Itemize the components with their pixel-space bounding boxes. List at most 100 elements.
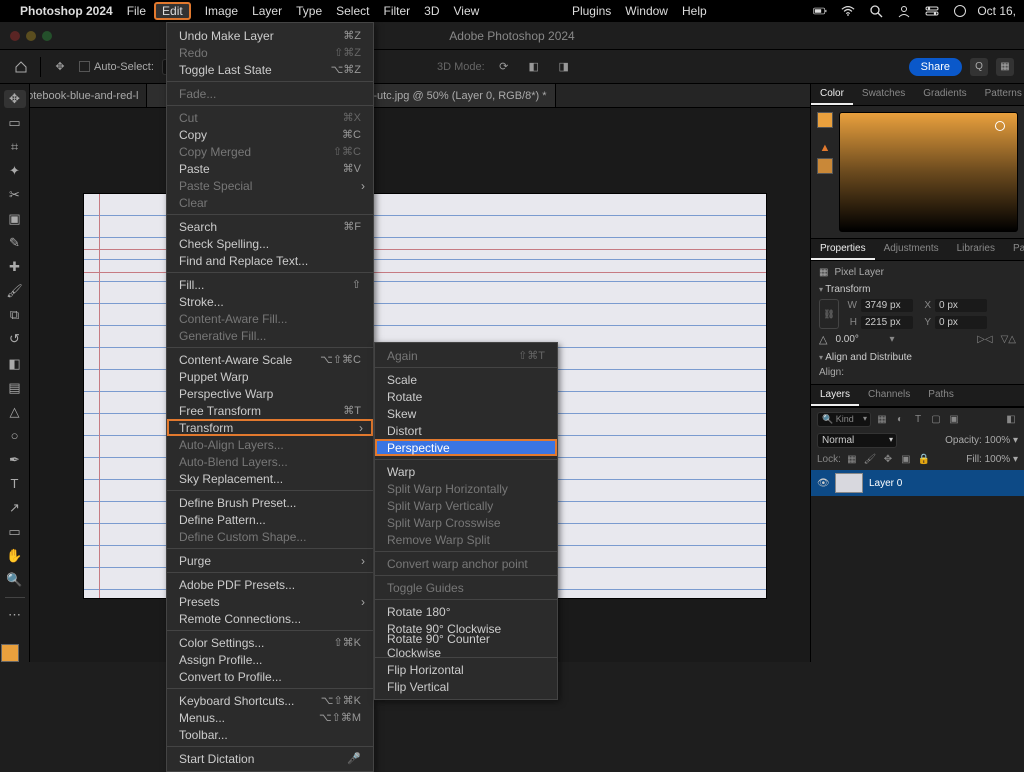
tab-gradients[interactable]: Gradients bbox=[914, 84, 975, 105]
layer-row[interactable]: 👁 Layer 0 bbox=[811, 470, 1024, 496]
edit-menu-transform[interactable]: Transform bbox=[167, 419, 373, 436]
menu-plugins[interactable]: Plugins bbox=[572, 4, 611, 18]
dodge-tool[interactable]: ○ bbox=[4, 427, 26, 445]
fill-value[interactable]: 100% bbox=[985, 454, 1011, 465]
gradient-tool[interactable]: ▤ bbox=[4, 379, 26, 397]
transform-menu-flip-horizontal[interactable]: Flip Horizontal bbox=[375, 661, 557, 678]
menu-window[interactable]: Window bbox=[625, 4, 668, 18]
color-swatches[interactable] bbox=[1, 636, 29, 662]
close-window-icon[interactable] bbox=[10, 31, 20, 41]
tab-color[interactable]: Color bbox=[811, 84, 853, 105]
filter-type-icon[interactable]: T bbox=[911, 413, 925, 427]
layer-name[interactable]: Layer 0 bbox=[869, 478, 902, 489]
lasso-tool[interactable]: ⌗ bbox=[4, 138, 26, 156]
stamp-tool[interactable]: ⧉ bbox=[4, 306, 26, 324]
workspace-icon[interactable]: ▦ bbox=[996, 58, 1014, 76]
frame-tool[interactable]: ▣ bbox=[4, 210, 26, 228]
history-brush-tool[interactable]: ↺ bbox=[4, 330, 26, 348]
edit-menu-check-spelling[interactable]: Check Spelling... bbox=[167, 235, 373, 252]
control-center-icon[interactable] bbox=[925, 4, 939, 18]
fill-dropdown-icon[interactable]: ▾ bbox=[1013, 454, 1018, 465]
link-dimensions-icon[interactable]: ⛓ bbox=[819, 299, 839, 329]
filter-adjust-icon[interactable]: ◐ bbox=[893, 413, 907, 427]
edit-menu-sky-replacement[interactable]: Sky Replacement... bbox=[167, 470, 373, 487]
edit-menu-color-settings[interactable]: Color Settings...⇧⌘K bbox=[167, 634, 373, 651]
edit-menu-stroke[interactable]: Stroke... bbox=[167, 293, 373, 310]
transform-menu-rotate-90-counter-clockwise[interactable]: Rotate 90° Counter Clockwise bbox=[375, 637, 557, 654]
traffic-lights[interactable] bbox=[10, 31, 52, 41]
siri-icon[interactable] bbox=[953, 4, 967, 18]
type-tool[interactable]: T bbox=[4, 475, 26, 493]
tab-paragraph[interactable]: Paragraph bbox=[1004, 239, 1024, 260]
tab-properties[interactable]: Properties bbox=[811, 239, 875, 260]
transform-menu-skew[interactable]: Skew bbox=[375, 405, 557, 422]
edit-menu-define-pattern[interactable]: Define Pattern... bbox=[167, 511, 373, 528]
shape-tool[interactable]: ▭ bbox=[4, 523, 26, 541]
filter-pixel-icon[interactable]: ▦ bbox=[875, 413, 889, 427]
filter-toggle-icon[interactable]: ◧ bbox=[1004, 413, 1018, 427]
filter-shape-icon[interactable]: ▢ bbox=[929, 413, 943, 427]
lock-image-icon[interactable]: 🖌 bbox=[863, 452, 877, 466]
opacity-value[interactable]: 100% bbox=[985, 435, 1011, 446]
flip-h-icon[interactable]: ▷◁ bbox=[977, 334, 992, 345]
transform-menu-distort[interactable]: Distort bbox=[375, 422, 557, 439]
width-value[interactable]: 3749 px bbox=[861, 299, 913, 312]
menu-edit[interactable]: Edit bbox=[154, 2, 191, 20]
path-tool[interactable]: ↗ bbox=[4, 499, 26, 517]
menu-file[interactable]: File bbox=[127, 4, 146, 18]
move-tool[interactable]: ✥ bbox=[4, 90, 26, 108]
blur-tool[interactable]: △ bbox=[4, 403, 26, 421]
edit-menu-find-and-replace-text[interactable]: Find and Replace Text... bbox=[167, 252, 373, 269]
lock-trans-icon[interactable]: ▦ bbox=[845, 452, 859, 466]
transform-menu-rotate[interactable]: Rotate bbox=[375, 388, 557, 405]
spotlight-icon[interactable] bbox=[869, 4, 883, 18]
edit-menu-toolbar[interactable]: Toolbar... bbox=[167, 726, 373, 743]
transform-menu-scale[interactable]: Scale bbox=[375, 371, 557, 388]
angle-value[interactable]: 0.00° bbox=[835, 334, 881, 345]
marquee-tool[interactable]: ▭ bbox=[4, 114, 26, 132]
menu-layer[interactable]: Layer bbox=[252, 4, 282, 18]
menu-view[interactable]: View bbox=[454, 4, 480, 18]
edit-menu-content-aware-scale[interactable]: Content-Aware Scale⌥⇧⌘C bbox=[167, 351, 373, 368]
user-icon[interactable] bbox=[897, 4, 911, 18]
color-field[interactable] bbox=[839, 112, 1018, 232]
y-value[interactable]: 0 px bbox=[935, 316, 987, 329]
zoom-window-icon[interactable] bbox=[42, 31, 52, 41]
transform-section-title[interactable]: Transform bbox=[819, 284, 1016, 295]
eraser-tool[interactable]: ◧ bbox=[4, 355, 26, 373]
move-tool-options-icon[interactable]: ✥ bbox=[49, 56, 71, 78]
menu-select[interactable]: Select bbox=[336, 4, 369, 18]
menubar-date[interactable]: Oct 16, bbox=[977, 4, 1016, 18]
tab-patterns[interactable]: Patterns bbox=[976, 84, 1024, 105]
quick-select-tool[interactable]: ✦ bbox=[4, 162, 26, 180]
wifi-icon[interactable] bbox=[841, 4, 855, 18]
transform-menu-flip-vertical[interactable]: Flip Vertical bbox=[375, 678, 557, 695]
gamut-warning-icon[interactable]: ▲ bbox=[820, 142, 831, 154]
lock-nest-icon[interactable]: ▣ bbox=[899, 452, 913, 466]
menu-filter[interactable]: Filter bbox=[383, 4, 410, 18]
edit-menu-search[interactable]: Search⌘F bbox=[167, 218, 373, 235]
search-icon[interactable]: Q bbox=[970, 58, 988, 76]
color-picker-ring[interactable] bbox=[995, 121, 1005, 131]
edit-menu-puppet-warp[interactable]: Puppet Warp bbox=[167, 368, 373, 385]
edit-menu-keyboard-shortcuts[interactable]: Keyboard Shortcuts...⌥⇧⌘K bbox=[167, 692, 373, 709]
home-icon[interactable] bbox=[10, 56, 32, 78]
edit-menu-convert-to-profile[interactable]: Convert to Profile... bbox=[167, 668, 373, 685]
3d-orbit-icon[interactable]: ⟳ bbox=[493, 56, 515, 78]
menu-image[interactable]: Image bbox=[205, 4, 238, 18]
opacity-dropdown-icon[interactable]: ▾ bbox=[1013, 435, 1018, 446]
share-button[interactable]: Share bbox=[909, 58, 962, 76]
edit-menu-toggle-last-state[interactable]: Toggle Last State⌥⌘Z bbox=[167, 61, 373, 78]
rotate-icon[interactable]: △ bbox=[819, 333, 827, 346]
edit-menu-undo-make-layer[interactable]: Undo Make Layer⌘Z bbox=[167, 27, 373, 44]
hand-tool[interactable]: ✋ bbox=[4, 547, 26, 565]
edit-menu-paste[interactable]: Paste⌘V bbox=[167, 160, 373, 177]
x-value[interactable]: 0 px bbox=[935, 299, 987, 312]
3d-pan-icon[interactable]: ◧ bbox=[523, 56, 545, 78]
angle-dropdown-icon[interactable]: ▾ bbox=[889, 334, 894, 345]
edit-menu-fill[interactable]: Fill...⇧ bbox=[167, 276, 373, 293]
edit-menu-assign-profile[interactable]: Assign Profile... bbox=[167, 651, 373, 668]
fg-color-swatch[interactable] bbox=[817, 112, 833, 128]
blend-mode-dropdown[interactable]: Normal bbox=[817, 433, 897, 448]
crop-tool[interactable]: ✂ bbox=[4, 186, 26, 204]
